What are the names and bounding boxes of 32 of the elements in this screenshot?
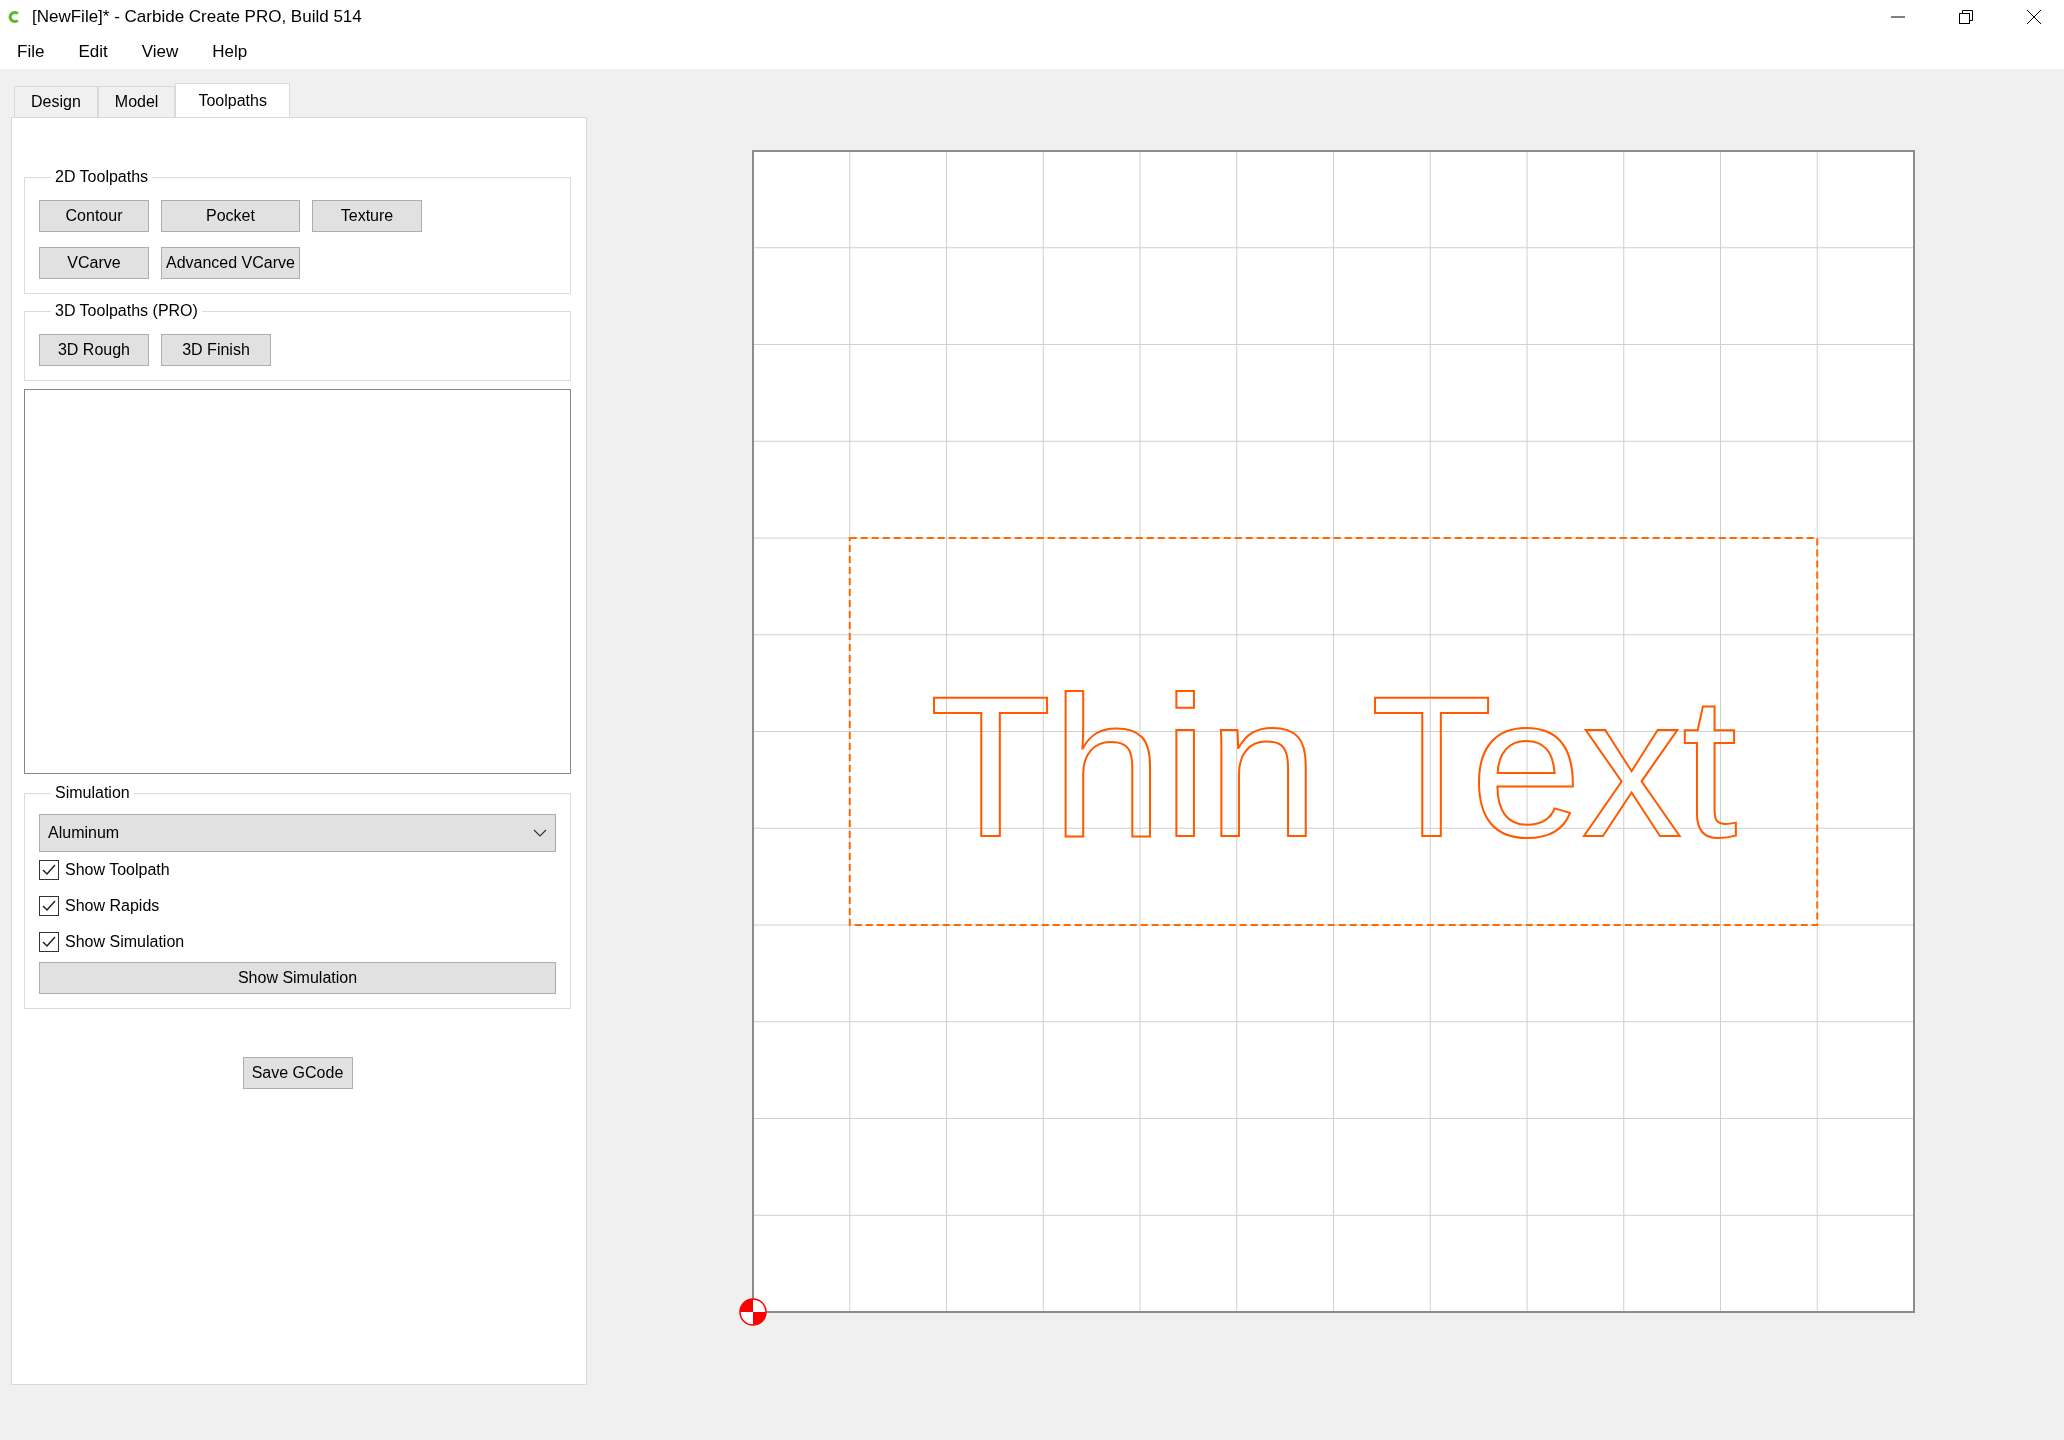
save-gcode-button[interactable]: Save GCode	[242, 1057, 353, 1089]
tab[interactable]: Model	[97, 86, 176, 117]
checkbox[interactable]	[39, 860, 59, 880]
tab[interactable]: Design	[14, 86, 98, 117]
origin-marker-icon	[739, 1298, 767, 1326]
menu-item[interactable]: Help	[212, 41, 248, 62]
checkbox[interactable]	[39, 896, 59, 916]
toolpath-button[interactable]: Advanced VCarve	[161, 247, 300, 279]
restore-icon[interactable]	[1958, 9, 1974, 25]
chevron-down-icon	[533, 829, 547, 837]
menu-item[interactable]: View	[141, 41, 179, 62]
toolpath-button[interactable]: 3D Finish	[161, 334, 271, 366]
tab[interactable]: Toolpaths	[175, 83, 290, 117]
checkbox[interactable]	[39, 932, 59, 952]
close-icon[interactable]	[2026, 9, 2042, 25]
checkbox-label[interactable]: Show Simulation	[65, 933, 185, 951]
group-title: 3D Toolpaths (PRO)	[54, 302, 199, 320]
menu-item[interactable]: Edit	[78, 41, 108, 62]
show-simulation-button[interactable]: Show Simulation	[39, 962, 556, 994]
checkbox-label[interactable]: Show Toolpath	[65, 861, 170, 879]
selection-box[interactable]	[848, 537, 1819, 926]
toolpath-button[interactable]: VCarve	[39, 247, 149, 279]
window-title: [NewFile]* - Carbide Create PRO, Build 514	[32, 7, 362, 27]
toolpath-button[interactable]: Pocket	[161, 200, 300, 232]
group-title: Simulation	[54, 784, 131, 802]
group-title: 2D Toolpaths	[54, 168, 150, 186]
toolpath-button[interactable]: Texture	[311, 200, 422, 232]
material-dropdown[interactable]: Aluminum	[39, 814, 556, 852]
checkbox-label[interactable]: Show Rapids	[65, 897, 160, 915]
toolpath-button[interactable]: 3D Rough	[39, 334, 149, 366]
toolpath-button[interactable]: Contour	[39, 200, 149, 232]
menu-item[interactable]: File	[17, 41, 45, 62]
